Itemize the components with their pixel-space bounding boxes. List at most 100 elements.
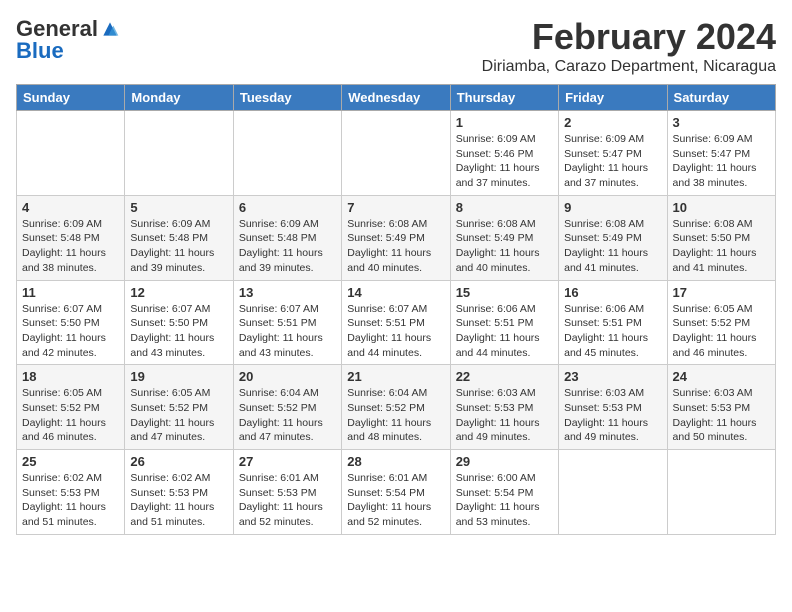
weekday-header-thursday: Thursday [450, 85, 558, 111]
calendar-cell: 11 Sunrise: 6:07 AMSunset: 5:50 PMDayligh… [17, 280, 125, 365]
day-info: Sunrise: 6:01 AMSunset: 5:53 PMDaylight:… [239, 471, 336, 530]
day-number: 1 [456, 115, 553, 130]
main-title: February 2024 [482, 16, 776, 58]
day-info: Sunrise: 6:08 AMSunset: 5:50 PMDaylight:… [673, 217, 770, 276]
weekday-header-wednesday: Wednesday [342, 85, 450, 111]
day-info: Sunrise: 6:07 AMSunset: 5:50 PMDaylight:… [22, 302, 119, 361]
day-number: 11 [22, 285, 119, 300]
day-number: 21 [347, 369, 444, 384]
week-row-1: 4 Sunrise: 6:09 AMSunset: 5:48 PMDaylight… [17, 195, 776, 280]
day-info: Sunrise: 6:04 AMSunset: 5:52 PMDaylight:… [347, 386, 444, 445]
weekday-header-tuesday: Tuesday [233, 85, 341, 111]
day-number: 2 [564, 115, 661, 130]
calendar-cell: 2 Sunrise: 6:09 AMSunset: 5:47 PMDaylight… [559, 111, 667, 196]
day-number: 23 [564, 369, 661, 384]
calendar-cell: 7 Sunrise: 6:08 AMSunset: 5:49 PMDaylight… [342, 195, 450, 280]
day-number: 19 [130, 369, 227, 384]
logo-icon [100, 19, 120, 39]
day-info: Sunrise: 6:07 AMSunset: 5:50 PMDaylight:… [130, 302, 227, 361]
day-number: 3 [673, 115, 770, 130]
calendar-cell: 14 Sunrise: 6:07 AMSunset: 5:51 PMDayligh… [342, 280, 450, 365]
calendar-cell: 20Sunrise: 6:04 AMSunset: 5:52 PMDayligh… [233, 365, 341, 450]
calendar-body: 1 Sunrise: 6:09 AMSunset: 5:46 PMDaylight… [17, 111, 776, 535]
day-info: Sunrise: 6:03 AMSunset: 5:53 PMDaylight:… [673, 386, 770, 445]
calendar-cell: 24Sunrise: 6:03 AMSunset: 5:53 PMDayligh… [667, 365, 775, 450]
subtitle: Diriamba, Carazo Department, Nicaragua [482, 58, 776, 76]
calendar-cell: 9 Sunrise: 6:08 AMSunset: 5:49 PMDaylight… [559, 195, 667, 280]
day-number: 16 [564, 285, 661, 300]
day-number: 13 [239, 285, 336, 300]
calendar-cell [667, 450, 775, 535]
day-info: Sunrise: 6:00 AMSunset: 5:54 PMDaylight:… [456, 471, 553, 530]
day-info: Sunrise: 6:02 AMSunset: 5:53 PMDaylight:… [130, 471, 227, 530]
logo: General Blue [16, 16, 120, 64]
day-number: 29 [456, 454, 553, 469]
day-info: Sunrise: 6:05 AMSunset: 5:52 PMDaylight:… [673, 302, 770, 361]
day-number: 15 [456, 285, 553, 300]
day-info: Sunrise: 6:05 AMSunset: 5:52 PMDaylight:… [130, 386, 227, 445]
day-number: 7 [347, 200, 444, 215]
week-row-4: 25Sunrise: 6:02 AMSunset: 5:53 PMDayligh… [17, 450, 776, 535]
calendar-cell: 8 Sunrise: 6:08 AMSunset: 5:49 PMDaylight… [450, 195, 558, 280]
day-info: Sunrise: 6:09 AMSunset: 5:47 PMDaylight:… [564, 132, 661, 191]
day-number: 26 [130, 454, 227, 469]
calendar-cell: 15Sunrise: 6:06 AMSunset: 5:51 PMDayligh… [450, 280, 558, 365]
calendar-cell: 23 Sunrise: 6:03 AMSunset: 5:53 PMDayligh… [559, 365, 667, 450]
day-info: Sunrise: 6:06 AMSunset: 5:51 PMDaylight:… [564, 302, 661, 361]
calendar-cell: 16 Sunrise: 6:06 AMSunset: 5:51 PMDayligh… [559, 280, 667, 365]
day-info: Sunrise: 6:09 AMSunset: 5:47 PMDaylight:… [673, 132, 770, 191]
day-info: Sunrise: 6:04 AMSunset: 5:52 PMDaylight:… [239, 386, 336, 445]
day-info: Sunrise: 6:07 AMSunset: 5:51 PMDaylight:… [239, 302, 336, 361]
day-info: Sunrise: 6:09 AMSunset: 5:48 PMDaylight:… [130, 217, 227, 276]
day-info: Sunrise: 6:08 AMSunset: 5:49 PMDaylight:… [347, 217, 444, 276]
calendar-cell: 13 Sunrise: 6:07 AMSunset: 5:51 PMDayligh… [233, 280, 341, 365]
day-info: Sunrise: 6:07 AMSunset: 5:51 PMDaylight:… [347, 302, 444, 361]
calendar-cell: 19 Sunrise: 6:05 AMSunset: 5:52 PMDayligh… [125, 365, 233, 450]
day-info: Sunrise: 6:01 AMSunset: 5:54 PMDaylight:… [347, 471, 444, 530]
weekday-header-saturday: Saturday [667, 85, 775, 111]
calendar: SundayMondayTuesdayWednesdayThursdayFrid… [16, 84, 776, 535]
calendar-cell [233, 111, 341, 196]
day-number: 9 [564, 200, 661, 215]
day-number: 27 [239, 454, 336, 469]
day-info: Sunrise: 6:03 AMSunset: 5:53 PMDaylight:… [564, 386, 661, 445]
calendar-cell: 25Sunrise: 6:02 AMSunset: 5:53 PMDayligh… [17, 450, 125, 535]
day-number: 10 [673, 200, 770, 215]
day-number: 14 [347, 285, 444, 300]
day-number: 4 [22, 200, 119, 215]
calendar-cell [17, 111, 125, 196]
day-info: Sunrise: 6:09 AMSunset: 5:48 PMDaylight:… [239, 217, 336, 276]
day-info: Sunrise: 6:09 AMSunset: 5:48 PMDaylight:… [22, 217, 119, 276]
day-info: Sunrise: 6:02 AMSunset: 5:53 PMDaylight:… [22, 471, 119, 530]
week-row-2: 11 Sunrise: 6:07 AMSunset: 5:50 PMDayligh… [17, 280, 776, 365]
calendar-cell: 22Sunrise: 6:03 AMSunset: 5:53 PMDayligh… [450, 365, 558, 450]
week-row-0: 1 Sunrise: 6:09 AMSunset: 5:46 PMDaylight… [17, 111, 776, 196]
calendar-cell [559, 450, 667, 535]
day-info: Sunrise: 6:03 AMSunset: 5:53 PMDaylight:… [456, 386, 553, 445]
title-area: February 2024 Diriamba, Carazo Departmen… [482, 16, 776, 76]
calendar-cell [342, 111, 450, 196]
day-number: 6 [239, 200, 336, 215]
day-number: 5 [130, 200, 227, 215]
weekday-header-friday: Friday [559, 85, 667, 111]
day-number: 17 [673, 285, 770, 300]
page-header: General Blue February 2024 Diriamba, Car… [16, 16, 776, 76]
calendar-cell [125, 111, 233, 196]
weekday-header-monday: Monday [125, 85, 233, 111]
day-info: Sunrise: 6:05 AMSunset: 5:52 PMDaylight:… [22, 386, 119, 445]
day-info: Sunrise: 6:09 AMSunset: 5:46 PMDaylight:… [456, 132, 553, 191]
day-number: 8 [456, 200, 553, 215]
day-info: Sunrise: 6:08 AMSunset: 5:49 PMDaylight:… [456, 217, 553, 276]
calendar-cell: 26 Sunrise: 6:02 AMSunset: 5:53 PMDayligh… [125, 450, 233, 535]
week-row-3: 18Sunrise: 6:05 AMSunset: 5:52 PMDayligh… [17, 365, 776, 450]
weekday-header-row: SundayMondayTuesdayWednesdayThursdayFrid… [17, 85, 776, 111]
weekday-header-sunday: Sunday [17, 85, 125, 111]
day-number: 28 [347, 454, 444, 469]
calendar-cell: 17 Sunrise: 6:05 AMSunset: 5:52 PMDayligh… [667, 280, 775, 365]
calendar-cell: 28 Sunrise: 6:01 AMSunset: 5:54 PMDayligh… [342, 450, 450, 535]
day-info: Sunrise: 6:08 AMSunset: 5:49 PMDaylight:… [564, 217, 661, 276]
calendar-cell: 18Sunrise: 6:05 AMSunset: 5:52 PMDayligh… [17, 365, 125, 450]
calendar-cell: 3 Sunrise: 6:09 AMSunset: 5:47 PMDaylight… [667, 111, 775, 196]
calendar-cell: 29 Sunrise: 6:00 AMSunset: 5:54 PMDayligh… [450, 450, 558, 535]
calendar-cell: 10 Sunrise: 6:08 AMSunset: 5:50 PMDayligh… [667, 195, 775, 280]
